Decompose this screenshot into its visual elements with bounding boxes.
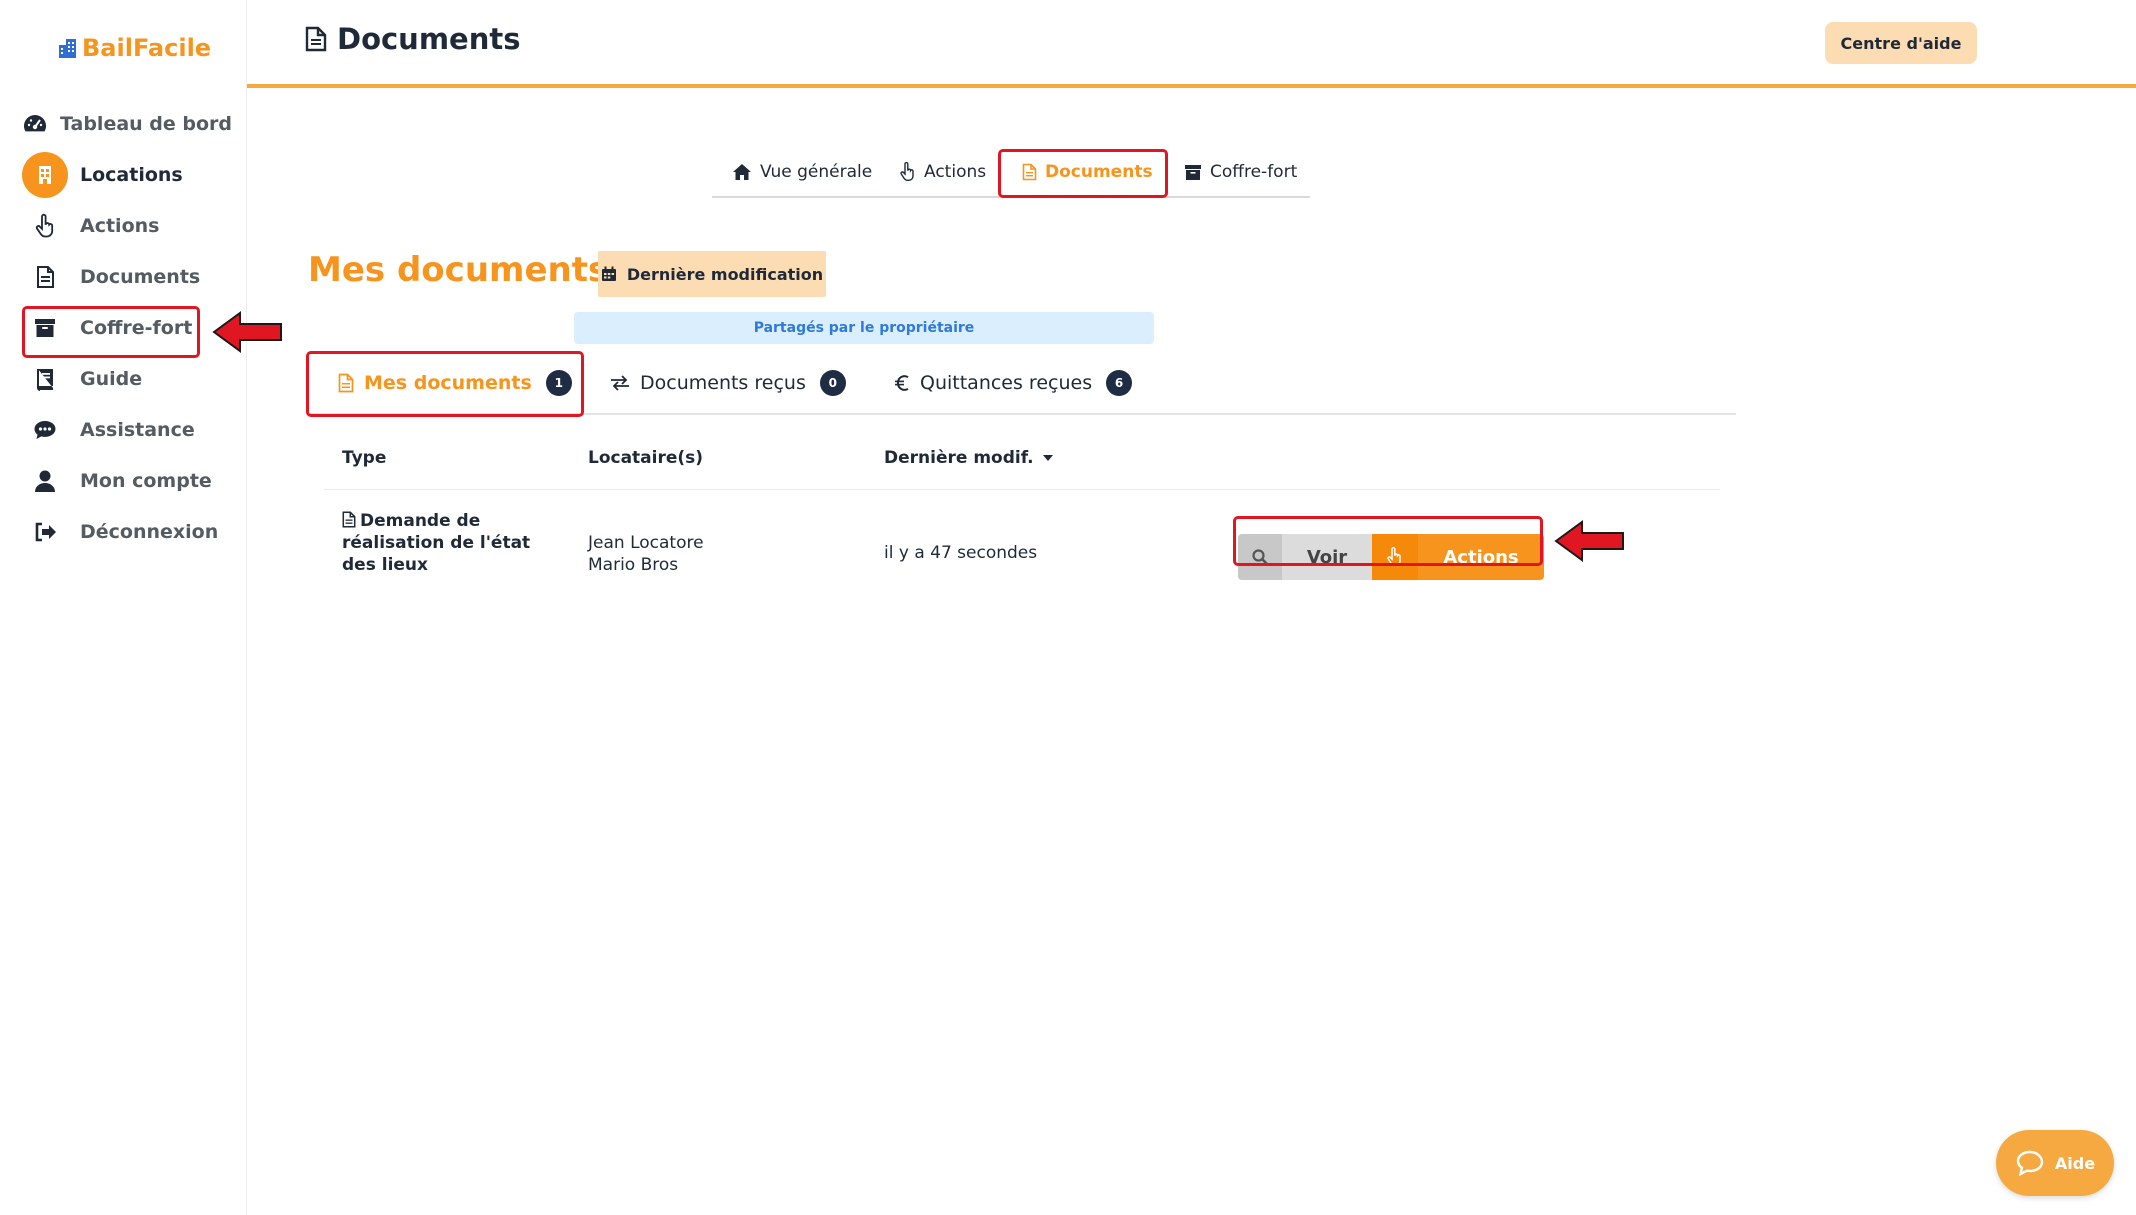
- calendar-icon: [601, 266, 616, 281]
- document-icon: [1022, 163, 1037, 181]
- archive-box-icon: [1185, 164, 1201, 180]
- documents-table: Type Locataire(s) Dernière modif. Demand…: [324, 436, 1720, 600]
- sort-label: Dernière modification: [626, 264, 824, 284]
- tab-label: Documents: [1045, 162, 1153, 182]
- document-type-cell: Demande de réalisation de l'état des lie…: [342, 510, 567, 576]
- document-icon: [338, 373, 354, 392]
- count-badge: 0: [819, 369, 846, 396]
- section-title: Mes documents: [308, 250, 609, 290]
- floating-help-button[interactable]: Aide: [1996, 1130, 2114, 1196]
- sidebar-item-label: Guide: [80, 368, 143, 390]
- sidebar-item-assistance[interactable]: Assistance: [22, 404, 232, 456]
- sidebar-item-coffre-fort[interactable]: Coffre-fort: [22, 302, 232, 354]
- column-header-locataires: Locataire(s): [588, 448, 704, 468]
- annotation-arrow-icon: [1554, 520, 1624, 562]
- tab-label: Actions: [924, 162, 987, 182]
- sidebar-item-label: Documents: [80, 266, 201, 288]
- document-icon: [22, 254, 68, 300]
- top-tabs: Vue générale Actions Documents Coffre-fo…: [712, 148, 1310, 198]
- document-icon: [342, 511, 356, 528]
- tab-vue-generale[interactable]: Vue générale: [732, 148, 872, 196]
- pointer-hand-icon: [1372, 534, 1418, 580]
- actions-button-label: Actions: [1443, 546, 1519, 568]
- document-tabs: Mes documents 1 Documents reçus 0 Quitta…: [308, 352, 1736, 415]
- document-icon: [305, 26, 327, 52]
- document-type-text: Demande de réalisation de l'état des lie…: [342, 511, 531, 575]
- help-center-button[interactable]: Centre d'aide: [1825, 22, 1977, 64]
- dashboard-gauge-icon: [22, 101, 48, 147]
- exchange-arrows-icon: [611, 374, 629, 391]
- tenant-name: Jean Locatore: [588, 533, 704, 553]
- count-badge: 1: [545, 369, 572, 396]
- sidebar-item-label: Mon compte: [80, 470, 212, 492]
- archive-box-icon: [22, 305, 68, 351]
- tab-label: Quittances reçues: [920, 371, 1093, 394]
- home-icon: [733, 164, 751, 180]
- sidebar-item-label: Locations: [80, 164, 183, 186]
- logout-icon: [22, 509, 68, 555]
- shared-by-owner-banner: Partagés par le propriétaire: [574, 312, 1154, 344]
- chat-bubble-icon: [2016, 1150, 2044, 1177]
- search-icon: [1238, 534, 1282, 580]
- sidebar-item-mon-compte[interactable]: Mon compte: [22, 455, 232, 507]
- pointer-hand-icon: [900, 162, 914, 181]
- sidebar: BailFacile Tableau de bord Locations Act…: [0, 0, 247, 1215]
- tab-label: Coffre-fort: [1210, 162, 1298, 182]
- tab-quittances-recues[interactable]: Quittances reçues 6: [894, 352, 1133, 413]
- tab-documents-recus[interactable]: Documents reçus 0: [610, 352, 846, 413]
- tab-mes-documents[interactable]: Mes documents 1: [338, 352, 572, 413]
- sidebar-item-label: Coffre-fort: [80, 317, 193, 339]
- tab-actions[interactable]: Actions: [900, 148, 986, 196]
- sort-last-modified-button[interactable]: Dernière modification: [598, 251, 826, 297]
- sidebar-item-label: Déconnexion: [80, 521, 219, 543]
- sort-caret-down-icon: [1042, 455, 1053, 461]
- count-badge: 6: [1106, 369, 1133, 396]
- brand-logo[interactable]: BailFacile: [58, 32, 211, 64]
- tab-label: Mes documents: [364, 371, 532, 394]
- annotation-arrow-icon: [212, 311, 282, 353]
- last-modified-cell: il y a 47 secondes: [884, 543, 1038, 563]
- tab-label: Vue générale: [760, 162, 873, 182]
- table-row: Demande de réalisation de l'état des lie…: [324, 490, 1720, 600]
- view-button-label: Voir: [1306, 546, 1348, 568]
- page-title-text: Documents: [337, 22, 521, 56]
- column-header-type: Type: [342, 448, 387, 468]
- column-header-label: Dernière modif.: [884, 448, 1034, 468]
- sidebar-item-documents[interactable]: Documents: [22, 251, 232, 303]
- view-button[interactable]: Voir: [1238, 534, 1372, 580]
- sidebar-item-label: Tableau de bord: [60, 113, 233, 135]
- pointer-hand-icon: [22, 203, 68, 249]
- tab-coffre-fort[interactable]: Coffre-fort: [1184, 148, 1297, 196]
- sidebar-item-deconnexion[interactable]: Déconnexion: [22, 506, 232, 558]
- euro-icon: [895, 374, 909, 391]
- brand-name: BailFacile: [82, 34, 212, 62]
- table-header: Type Locataire(s) Dernière modif.: [324, 436, 1720, 490]
- column-header-derniere-modif[interactable]: Dernière modif.: [884, 448, 1054, 468]
- sidebar-item-actions[interactable]: Actions: [22, 200, 232, 252]
- buildings-logo-icon: [59, 39, 76, 58]
- sidebar-item-tableau-de-bord[interactable]: Tableau de bord: [22, 98, 232, 150]
- sidebar-item-label: Assistance: [80, 419, 195, 441]
- tab-label: Documents reçus: [640, 371, 806, 394]
- floating-help-label: Aide: [2054, 1153, 2096, 1173]
- building-icon: [22, 152, 68, 198]
- tenant-name: Mario Bros: [588, 555, 679, 575]
- page-title: Documents: [305, 22, 521, 56]
- actions-button[interactable]: Actions: [1372, 534, 1544, 580]
- chat-bubble-icon: [22, 407, 68, 453]
- sidebar-item-guide[interactable]: Guide: [22, 353, 232, 405]
- row-action-buttons: Voir Actions: [1238, 534, 1544, 580]
- sidebar-item-locations[interactable]: Locations: [22, 149, 232, 201]
- tenants-cell: Jean Locatore Mario Bros: [588, 532, 704, 576]
- user-icon: [22, 458, 68, 504]
- tab-documents[interactable]: Documents: [1022, 148, 1153, 196]
- sidebar-item-label: Actions: [80, 215, 160, 237]
- top-header: Documents Centre d'aide: [247, 0, 2136, 88]
- book-icon: [22, 356, 68, 402]
